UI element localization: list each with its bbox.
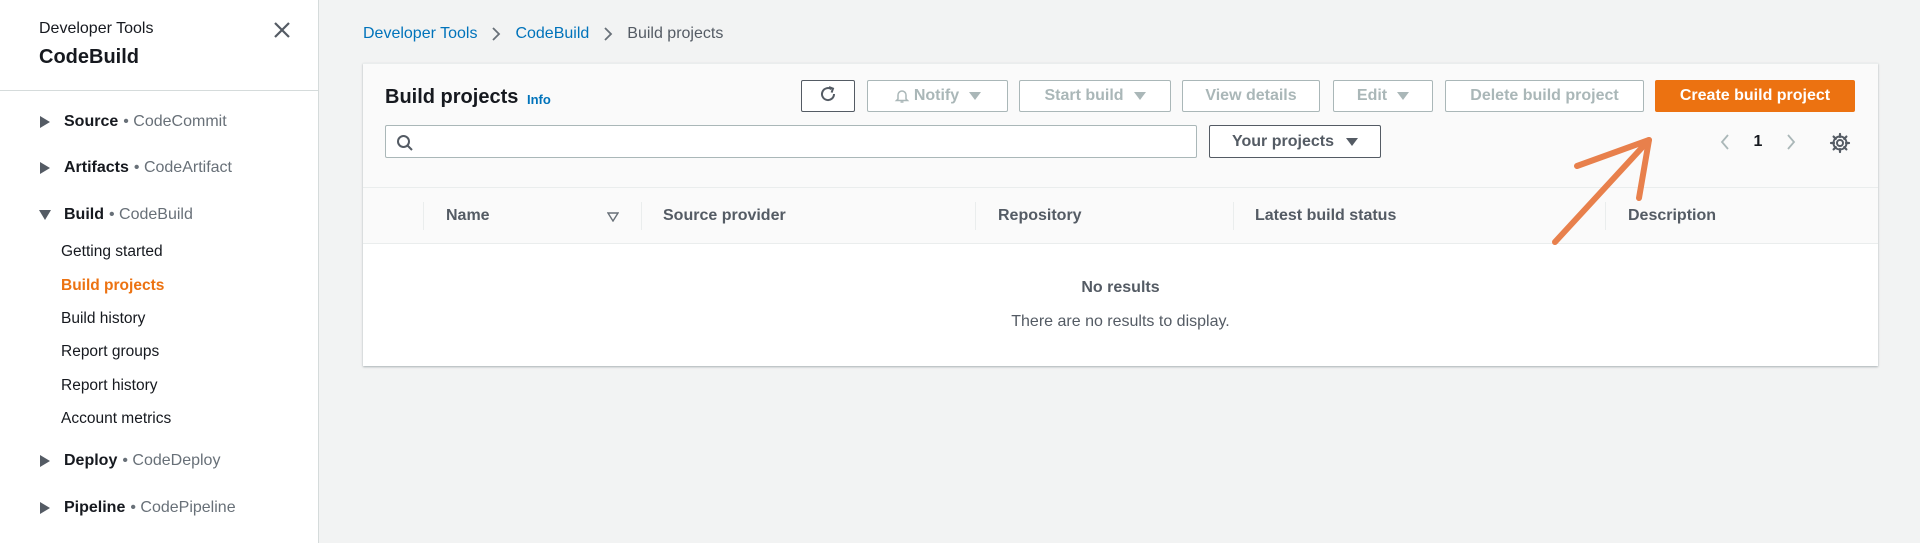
sidebar-group-artifacts[interactable]: Artifacts • CodeArtifact <box>38 159 232 177</box>
breadcrumb-codebuild[interactable]: CodeBuild <box>515 25 589 43</box>
refresh-button[interactable] <box>801 80 855 112</box>
column-divider <box>975 202 976 230</box>
sidebar-group-sub: • CodePipeline <box>130 499 236 516</box>
sidebar-item-report-groups[interactable]: Report groups <box>61 343 159 361</box>
refresh-icon <box>818 84 838 109</box>
sidebar-app-title: CodeBuild <box>39 46 139 68</box>
empty-state-title: No results <box>1081 279 1160 296</box>
column-header-latest-build-status[interactable]: Latest build status <box>1255 188 1396 244</box>
column-divider <box>641 202 642 230</box>
sidebar-item-report-history[interactable]: Report history <box>61 377 157 395</box>
breadcrumb-developer-tools[interactable]: Developer Tools <box>363 25 477 43</box>
column-header-name[interactable]: Name <box>446 188 490 244</box>
triangle-down-icon <box>1397 92 1410 100</box>
page-title: Build projects <box>385 86 519 108</box>
chevron-right-icon <box>491 26 501 42</box>
view-details-button[interactable]: View details <box>1182 80 1320 112</box>
triangle-down-icon <box>969 92 982 100</box>
filter-label: Your projects <box>1232 132 1334 150</box>
close-icon[interactable] <box>270 18 294 42</box>
chevron-right-icon <box>603 26 613 42</box>
sidebar-group-label: Source <box>64 113 119 130</box>
sidebar-group-label: Artifacts <box>64 159 129 176</box>
search-icon <box>396 134 414 157</box>
chevron-right-icon[interactable] <box>1777 133 1805 151</box>
edit-label: Edit <box>1356 87 1388 104</box>
empty-state-description: There are no results to display. <box>1011 313 1230 330</box>
sidebar-item-account-metrics[interactable]: Account metrics <box>61 410 171 428</box>
create-build-project-button[interactable]: Create build project <box>1655 80 1855 112</box>
page-number[interactable]: 1 <box>1739 133 1777 151</box>
bell-icon <box>894 88 910 104</box>
column-header-source-provider[interactable]: Source provider <box>663 188 786 244</box>
notify-label: Notify <box>913 87 960 104</box>
sidebar-group-deploy[interactable]: Deploy • CodeDeploy <box>38 452 220 470</box>
notify-button[interactable]: Notify <box>867 80 1008 112</box>
sidebar-group-label: Build <box>64 206 104 223</box>
search-input[interactable] <box>422 126 1182 157</box>
info-link[interactable]: Info <box>527 92 551 107</box>
breadcrumb-current: Build projects <box>627 25 724 42</box>
column-header-repository[interactable]: Repository <box>998 188 1082 244</box>
sidebar-group-sub: • CodeArtifact <box>133 159 232 176</box>
sort-icon[interactable] <box>606 209 620 227</box>
edit-button[interactable]: Edit <box>1333 80 1433 112</box>
delete-build-project-button[interactable]: Delete build project <box>1445 80 1644 112</box>
caret-right-icon <box>38 502 52 514</box>
start-build-button[interactable]: Start build <box>1019 80 1171 112</box>
pagination: 1 <box>1711 128 1805 156</box>
triangle-down-icon <box>1133 92 1146 100</box>
search-field[interactable] <box>385 125 1197 158</box>
sidebar-item-build-projects[interactable]: Build projects <box>61 277 164 295</box>
sidebar-group-sub: • CodeCommit <box>123 113 227 130</box>
triangle-down-icon <box>1345 137 1358 146</box>
sidebar-item-build-history[interactable]: Build history <box>61 310 145 328</box>
caret-down-icon <box>38 210 52 220</box>
your-projects-dropdown[interactable]: Your projects <box>1209 125 1381 158</box>
sidebar-group-pipeline[interactable]: Pipeline • CodePipeline <box>38 499 236 517</box>
sidebar-group-label: Pipeline <box>64 499 126 516</box>
sidebar-group-label: Deploy <box>64 452 118 469</box>
start-build-label: Start build <box>1044 87 1124 104</box>
sidebar-group-sub: • CodeBuild <box>109 206 193 223</box>
chevron-left-icon[interactable] <box>1711 133 1739 151</box>
sidebar-group-source[interactable]: Source • CodeCommit <box>38 113 227 131</box>
sidebar-header: Developer Tools CodeBuild <box>0 0 318 91</box>
breadcrumb: Developer Tools CodeBuild Build projects <box>363 25 723 43</box>
sidebar-item-getting-started[interactable]: Getting started <box>61 243 163 261</box>
caret-right-icon <box>38 116 52 128</box>
gear-icon[interactable] <box>1829 132 1851 154</box>
sidebar: Developer Tools CodeBuild Source • CodeC… <box>0 0 319 543</box>
sidebar-group-sub: • CodeDeploy <box>122 452 221 469</box>
column-divider <box>1233 202 1234 230</box>
sidebar-group-build[interactable]: Build • CodeBuild <box>38 206 193 224</box>
column-divider <box>423 202 424 230</box>
caret-right-icon <box>38 455 52 467</box>
arrow-annotation-icon <box>1545 130 1655 255</box>
caret-right-icon <box>38 162 52 174</box>
